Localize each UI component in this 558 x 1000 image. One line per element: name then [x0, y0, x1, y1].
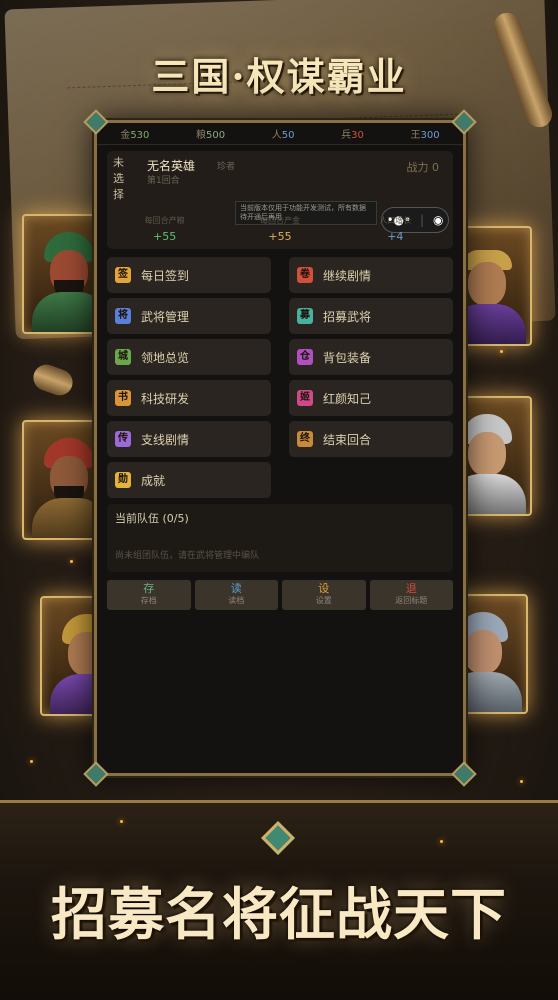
achievements-button[interactable]: 勋成就 — [107, 462, 271, 498]
ember-spark — [120, 820, 123, 823]
hero-card: 未选择 无名英雄 珍者 第1回合 战力 0 当前版本仅用于功能开发测试，所有数据… — [107, 151, 453, 249]
bottom-toolbar: 存存档 读读档 设设置 退返回标题 — [97, 580, 463, 610]
checkin-icon: 签 — [115, 267, 131, 283]
city-icon: 城 — [115, 349, 131, 365]
side-story-button[interactable]: 传支线剧情 — [107, 421, 271, 457]
hero-name: 无名英雄 — [147, 159, 196, 173]
resource-gold: 金530 — [120, 130, 150, 141]
general-icon: 将 — [115, 308, 131, 324]
ember-spark — [500, 350, 503, 353]
panel-corner-gem — [451, 761, 477, 787]
stat-food: 每回合产粮 +55 — [144, 216, 185, 243]
save-icon: 存 — [143, 582, 155, 595]
settings-button[interactable]: 设设置 — [282, 580, 366, 610]
power-display: 战力 0 — [406, 161, 440, 174]
tech-button[interactable]: 书科技研发 — [107, 380, 271, 416]
ember-spark — [70, 560, 73, 563]
medal-icon: 勋 — [115, 472, 131, 488]
ember-spark — [440, 840, 443, 843]
hero-status: 珍者 — [217, 162, 236, 172]
daily-checkin-button[interactable]: 签每日签到 — [107, 257, 271, 293]
ember-spark — [30, 760, 33, 763]
game-panel: 金530 粮500 人50 兵30 王300 未选择 无名英雄 珍者 第1回合 … — [83, 109, 477, 787]
storage-icon: 仓 — [297, 349, 313, 365]
hero-avatar[interactable]: 未选择 — [113, 155, 133, 203]
stat-population: 人口增长 +4 — [379, 216, 412, 243]
resource-food: 粮500 — [196, 130, 226, 141]
resource-prestige: 王300 — [410, 130, 440, 141]
inventory-button[interactable]: 仓背包装备 — [289, 339, 453, 375]
beauty-icon: 姬 — [297, 390, 313, 406]
book-icon: 书 — [115, 390, 131, 406]
face — [468, 432, 506, 476]
resource-bar: 金530 粮500 人50 兵30 王300 — [97, 123, 463, 145]
legend-icon: 传 — [115, 431, 131, 447]
team-panel: 当前队伍 (0/5) 尚未组团队伍，请在武将管理中编队 — [107, 504, 453, 572]
turn-counter: 第1回合 — [147, 176, 180, 186]
ember-spark — [520, 780, 523, 783]
panel-corner-gem — [83, 761, 109, 787]
team-title: 当前队伍 (0/5) — [115, 512, 189, 525]
stat-gold: 每回合产金 +55 — [259, 216, 300, 243]
settings-icon: 设 — [318, 582, 330, 595]
recruit-icon: 募 — [297, 308, 313, 324]
team-hint: 尚未组团队伍，请在武将管理中编队 — [115, 551, 260, 561]
end-turn-button[interactable]: 终结束回合 — [289, 421, 453, 457]
scroll-roll — [29, 360, 77, 400]
recruit-button[interactable]: 募招募武将 — [289, 298, 453, 334]
face — [468, 262, 506, 306]
resource-troops: 兵30 — [341, 130, 364, 141]
save-button[interactable]: 存存档 — [107, 580, 191, 610]
game-title: 三国·权谋霸业 — [151, 54, 407, 99]
main-menu: 签每日签到 卷继续剧情 将武将管理 募招募武将 城领地总览 仓背包装备 书科技研… — [97, 257, 463, 498]
exit-icon: 退 — [405, 582, 417, 595]
return-title-button[interactable]: 退返回标题 — [369, 580, 453, 610]
territory-button[interactable]: 城领地总览 — [107, 339, 271, 375]
companions-button[interactable]: 姬红颜知己 — [289, 380, 453, 416]
scroll-icon: 卷 — [297, 267, 313, 283]
general-management-button[interactable]: 将武将管理 — [107, 298, 271, 334]
promo-slogan: 招募名将征战天下 — [51, 882, 507, 948]
resource-people: 人50 — [271, 130, 295, 141]
production-stats: 每回合产粮 +55 每回合产金 +55 人口增长 +4 — [107, 215, 453, 243]
load-icon: 读 — [230, 582, 242, 595]
face — [464, 630, 502, 674]
end-icon: 终 — [297, 431, 313, 447]
map-route — [308, 113, 469, 120]
continue-story-button[interactable]: 卷继续剧情 — [289, 257, 453, 293]
load-button[interactable]: 读读档 — [194, 580, 278, 610]
